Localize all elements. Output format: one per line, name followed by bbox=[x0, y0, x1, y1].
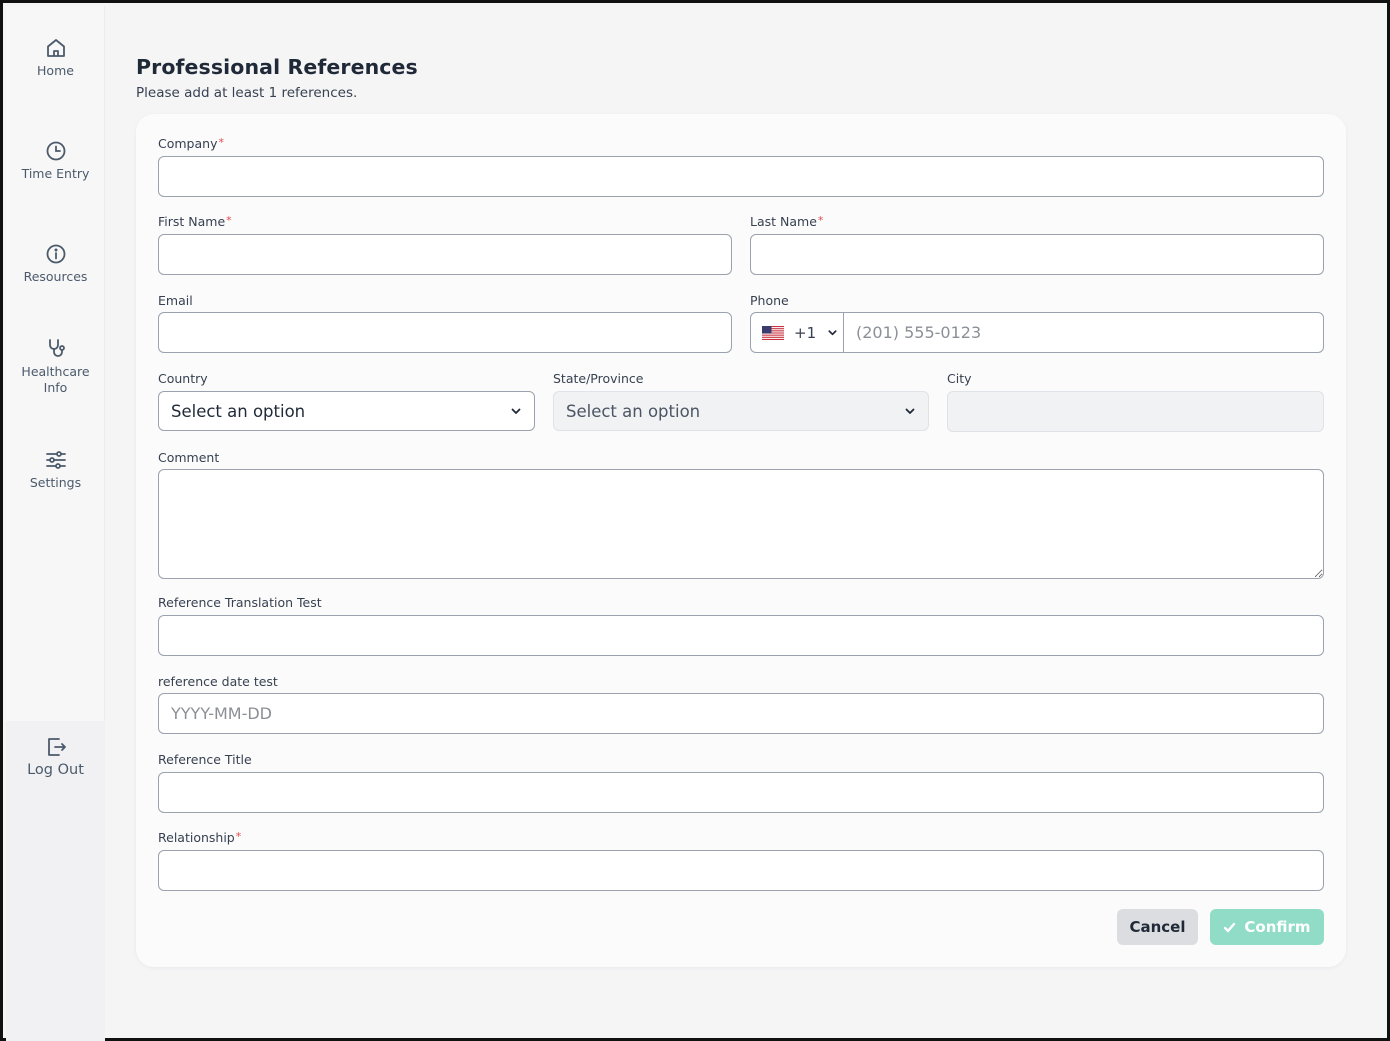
last-name-input[interactable] bbox=[750, 234, 1324, 275]
sidebar-item-settings[interactable]: Settings bbox=[6, 448, 105, 491]
state-label: State/Province bbox=[553, 371, 644, 386]
translation-test-label: Reference Translation Test bbox=[158, 595, 322, 610]
confirm-label: Confirm bbox=[1244, 918, 1311, 936]
logout-label: Log Out bbox=[27, 762, 84, 778]
sliders-icon bbox=[45, 451, 66, 469]
check-icon bbox=[1224, 922, 1236, 932]
translation-test-input[interactable] bbox=[158, 615, 1324, 656]
reference-form-card: Company* First Name* Last Name* Email Ph… bbox=[136, 114, 1346, 967]
comment-label: Comment bbox=[158, 450, 220, 465]
country-code-select[interactable]: +1 bbox=[751, 313, 844, 352]
first-name-label: First Name* bbox=[158, 214, 232, 229]
country-selected-value: Select an option bbox=[171, 401, 306, 421]
us-flag-icon bbox=[762, 325, 784, 340]
chevron-down-icon bbox=[828, 330, 837, 336]
country-select[interactable]: Select an option bbox=[158, 391, 535, 431]
info-icon bbox=[46, 244, 65, 264]
country-code-value: +1 bbox=[794, 323, 817, 342]
sidebar: Home Time Entry Resources Healthcare Inf… bbox=[6, 6, 105, 1041]
relationship-label: Relationship* bbox=[158, 830, 242, 845]
phone-input[interactable] bbox=[844, 313, 1323, 352]
sidebar-item-resources[interactable]: Resources bbox=[6, 242, 105, 285]
date-test-input[interactable] bbox=[158, 693, 1324, 734]
required-marker: * bbox=[235, 830, 242, 843]
company-input[interactable] bbox=[158, 156, 1324, 197]
home-icon bbox=[46, 39, 65, 57]
sidebar-item-label: Time Entry bbox=[21, 166, 90, 181]
reference-title-input[interactable] bbox=[158, 772, 1324, 813]
required-marker: * bbox=[226, 214, 232, 227]
last-name-label: Last Name* bbox=[750, 214, 824, 229]
sidebar-item-time-entry[interactable]: Time Entry bbox=[6, 139, 105, 182]
state-selected-value: Select an option bbox=[566, 401, 701, 421]
phone-field: +1 bbox=[750, 312, 1324, 353]
sidebar-item-label-line2: Info bbox=[43, 380, 68, 395]
page-subtitle: Please add at least 1 references. bbox=[136, 85, 358, 101]
email-label: Email bbox=[158, 293, 193, 308]
country-label: Country bbox=[158, 371, 208, 386]
cancel-button[interactable]: Cancel bbox=[1117, 909, 1198, 945]
sidebar-item-label: Resources bbox=[23, 269, 88, 284]
chevron-down-icon bbox=[905, 408, 915, 414]
sidebar-item-healthcare-info[interactable]: Healthcare Info bbox=[6, 337, 105, 396]
first-name-input[interactable] bbox=[158, 234, 732, 275]
sidebar-item-label: Healthcare bbox=[21, 364, 90, 379]
chevron-down-icon bbox=[511, 408, 521, 414]
clock-icon bbox=[46, 141, 65, 161]
confirm-button[interactable]: Confirm bbox=[1210, 909, 1324, 945]
comment-textarea[interactable] bbox=[158, 469, 1324, 579]
sidebar-item-home[interactable]: Home bbox=[6, 36, 105, 79]
required-marker: * bbox=[218, 136, 224, 149]
city-input[interactable] bbox=[947, 391, 1324, 432]
date-test-label: reference date test bbox=[158, 674, 278, 689]
city-label: City bbox=[947, 371, 972, 386]
app-window: Home Time Entry Resources Healthcare Inf… bbox=[0, 0, 1390, 1041]
phone-label: Phone bbox=[750, 293, 789, 308]
logout-icon bbox=[47, 738, 66, 756]
state-select[interactable]: Select an option bbox=[553, 391, 929, 431]
reference-title-label: Reference Title bbox=[158, 752, 252, 767]
company-label: Company* bbox=[158, 136, 224, 151]
page-title: Professional References bbox=[136, 55, 418, 79]
sidebar-item-label: Home bbox=[37, 63, 74, 78]
sidebar-footer: Log Out bbox=[6, 721, 105, 1041]
logout-button[interactable]: Log Out bbox=[6, 735, 105, 778]
required-marker: * bbox=[817, 214, 824, 227]
stethoscope-icon bbox=[48, 339, 65, 357]
sidebar-item-label: Settings bbox=[29, 475, 82, 490]
relationship-input[interactable] bbox=[158, 850, 1324, 891]
email-input[interactable] bbox=[158, 312, 732, 353]
